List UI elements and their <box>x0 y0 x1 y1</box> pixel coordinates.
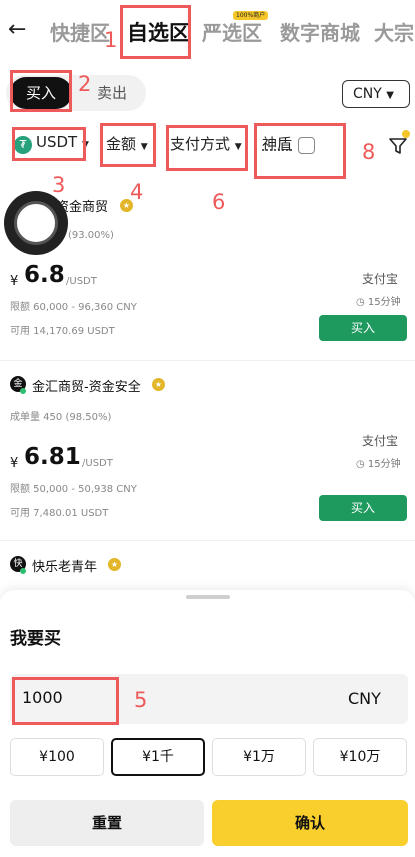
payment-method: 支付宝 <box>362 272 399 286</box>
annotation-box <box>12 677 119 725</box>
clock-icon: ◷ <box>356 459 365 470</box>
buy-button[interactable]: 买入 <box>319 315 407 341</box>
limit-text: 限额 50,000 - 50,938 CNY <box>10 484 137 495</box>
filter-funnel-icon[interactable] <box>388 136 408 156</box>
annotation-number: 3 <box>52 173 66 197</box>
online-dot <box>20 568 26 574</box>
annotation-box <box>10 70 72 112</box>
online-dot <box>20 388 26 394</box>
merchant-completion: (93.00%) <box>68 230 114 241</box>
yen-symbol: ¥ <box>10 274 19 289</box>
limit-text: 限额 60,000 - 96,360 CNY <box>10 302 137 313</box>
available-text: 可用 7,480.01 USDT <box>10 508 109 519</box>
time-limit: ◷ 15分钟 <box>356 455 401 470</box>
filter-active-dot <box>402 130 410 138</box>
time-limit-label: 15分钟 <box>367 297 401 308</box>
quick-amount-100k[interactable]: ¥10万 <box>313 738 407 776</box>
annotation-number: 4 <box>130 180 144 204</box>
divider <box>0 360 415 361</box>
tab-quick[interactable]: 快捷区 <box>50 17 110 46</box>
price: 6.8 <box>24 262 65 288</box>
clock-icon: ◷ <box>356 297 365 308</box>
price-unit: /USDT <box>66 276 97 287</box>
price-unit: /USDT <box>82 458 113 469</box>
medal-icon: ★ <box>108 558 121 571</box>
annotation-box <box>254 123 346 179</box>
medal-icon: ★ <box>152 378 165 391</box>
time-limit-label: 15分钟 <box>367 459 401 470</box>
yen-symbol: ¥ <box>10 456 19 471</box>
tab-bulk[interactable]: 大宗 <box>374 17 414 46</box>
quick-amount-1k[interactable]: ¥1千 <box>111 738 205 776</box>
amount-currency: CNY <box>348 689 381 708</box>
annotation-number: 6 <box>212 190 226 214</box>
currency-label: CNY <box>353 86 382 102</box>
available-text: 可用 14,170.69 USDT <box>10 326 115 337</box>
currency-select[interactable]: CNY ▼ <box>342 80 410 108</box>
annotation-box <box>100 123 156 167</box>
merchant-name[interactable]: 快乐老青年 <box>32 556 97 575</box>
sheet-handle[interactable] <box>186 595 230 599</box>
annotation-box <box>166 125 248 171</box>
merchant-name[interactable]: 金汇商贸-资金安全 <box>32 376 141 395</box>
merchant-orders: 成单量 450 (98.50%) <box>10 412 112 423</box>
annotation-number: 5 <box>134 688 148 712</box>
buy-button[interactable]: 买入 <box>319 495 407 521</box>
annotation-number: 8 <box>362 140 376 164</box>
tab-digital-mall[interactable]: 数字商城 <box>280 17 360 46</box>
reset-button[interactable]: 重置 <box>10 800 204 846</box>
time-limit: ◷ 15分钟 <box>356 293 401 308</box>
chevron-down-icon: ▼ <box>386 90 394 101</box>
payment-method: 支付宝 <box>362 434 399 448</box>
annotation-number: 2 <box>78 72 92 96</box>
back-arrow-icon[interactable]: ← <box>8 18 32 42</box>
quick-amount-10k[interactable]: ¥1万 <box>212 738 306 776</box>
annotation-box <box>120 5 191 59</box>
annotation-number: 1 <box>104 28 118 52</box>
sheet-title: 我要买 <box>10 629 61 649</box>
quick-amount-100[interactable]: ¥100 <box>10 738 104 776</box>
tab-selected[interactable]: 严选区 <box>202 17 262 46</box>
price: 6.81 <box>24 444 81 470</box>
confirm-button[interactable]: 确认 <box>212 800 408 846</box>
floating-button-center <box>14 201 58 245</box>
divider <box>0 540 415 541</box>
annotation-box <box>12 127 86 161</box>
